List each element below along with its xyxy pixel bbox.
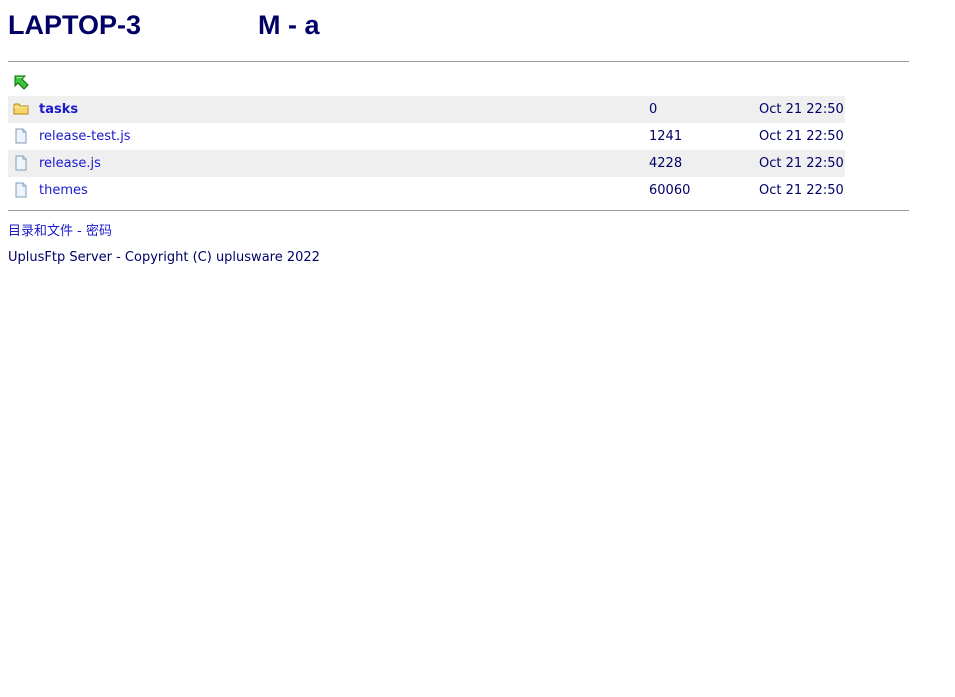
file-icon xyxy=(15,182,27,198)
list-item-date: Oct 21 22:50 xyxy=(759,129,844,144)
parent-directory-link[interactable] xyxy=(13,74,30,91)
list-item-size: 1241 xyxy=(649,129,683,144)
files-and-directories-link[interactable]: 目录和文件 xyxy=(8,224,73,239)
list-item-name[interactable]: themes xyxy=(39,183,88,198)
list-item-name[interactable]: release-test.js xyxy=(39,129,131,144)
list-item: themes 60060 Oct 21 22:50 xyxy=(8,177,845,204)
list-item-date: Oct 21 22:50 xyxy=(759,183,844,198)
folder-icon xyxy=(13,103,29,115)
footer-separator: - xyxy=(73,224,86,239)
list-item: release-test.js 1241 Oct 21 22:50 xyxy=(8,123,845,150)
list-item: release.js 4228 Oct 21 22:50 xyxy=(8,150,845,177)
list-item-size: 4228 xyxy=(649,156,683,171)
list-item-size: 60060 xyxy=(649,183,691,198)
top-divider xyxy=(8,61,909,62)
copyright-text: UplusFtp Server - Copyright (C) upluswar… xyxy=(8,250,320,265)
list-item-size: 0 xyxy=(649,102,658,117)
list-item-date: Oct 21 22:50 xyxy=(759,156,844,171)
green-up-arrow-icon xyxy=(13,74,30,91)
bottom-divider xyxy=(8,210,909,211)
file-icon xyxy=(15,155,27,171)
list-item-name[interactable]: tasks xyxy=(39,102,78,117)
host-title: LAPTOP-3 xyxy=(8,10,142,40)
current-path-title: M - a xyxy=(258,10,320,40)
password-link[interactable]: 密码 xyxy=(86,224,112,239)
list-item-name[interactable]: release.js xyxy=(39,156,101,171)
file-listing: tasks 0 Oct 21 22:50 release-test.js 124… xyxy=(8,96,845,204)
list-item-date: Oct 21 22:50 xyxy=(759,102,844,117)
file-icon xyxy=(15,128,27,144)
footer-links: 目录和文件 - 密码 xyxy=(8,220,112,239)
list-item: tasks 0 Oct 21 22:50 xyxy=(8,96,845,123)
page-header: LAPTOP-3 M - a xyxy=(8,6,908,46)
